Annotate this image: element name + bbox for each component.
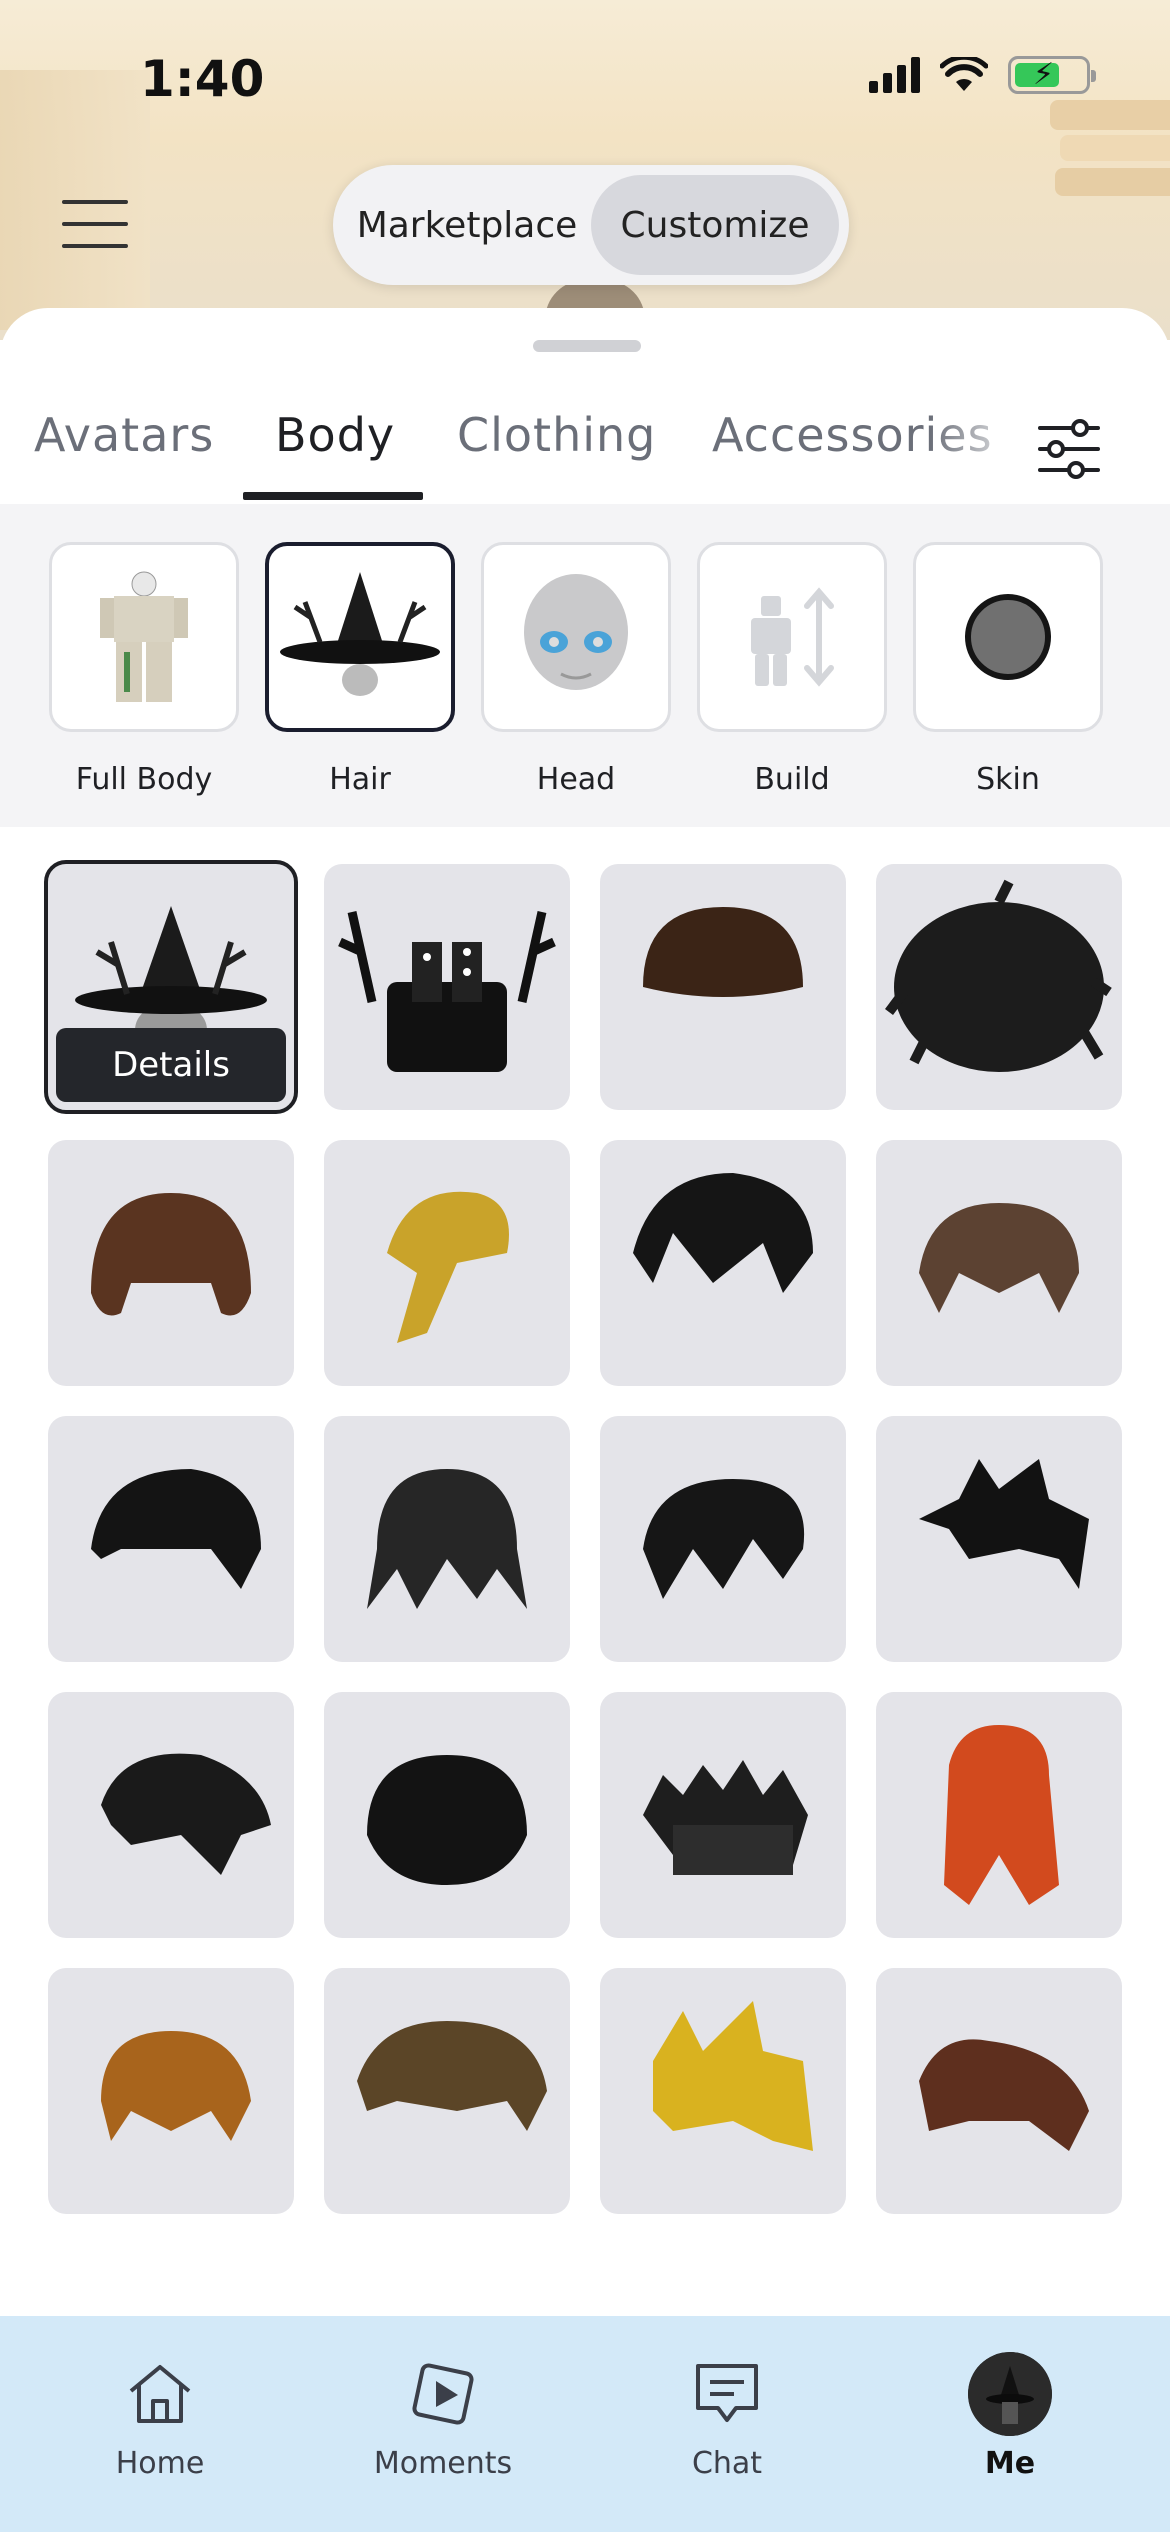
category-label: Head [536, 762, 616, 797]
nav-me[interactable]: Me [910, 2352, 1110, 2481]
item-tile[interactable] [600, 1140, 846, 1386]
item-tile[interactable] [600, 864, 846, 1110]
head-thumbnail [481, 542, 671, 732]
category-build[interactable]: Build [697, 542, 887, 797]
tab-clothing[interactable]: Clothing [457, 408, 656, 504]
item-tile[interactable] [48, 1968, 294, 2214]
ginger-messy-hair-thumbnail [101, 2031, 251, 2141]
build-icon [751, 587, 834, 687]
item-tile[interactable] [324, 864, 570, 1110]
nav-label: Me [984, 2446, 1036, 2481]
item-tile[interactable] [48, 1416, 294, 1662]
category-head[interactable]: Head [481, 542, 671, 797]
scene-book [1060, 135, 1170, 161]
antler-dice-hair-thumbnail [338, 911, 556, 1072]
black-mohawk-hair-thumbnail [643, 1760, 808, 1875]
build-thumbnail [697, 542, 887, 732]
item-tile[interactable] [876, 1692, 1122, 1938]
home-icon [129, 2365, 191, 2423]
item-tile-selected[interactable]: Details [44, 860, 298, 1114]
category-label: Full Body [75, 762, 213, 797]
brown-swept-hair-thumbnail [919, 2039, 1089, 2151]
bottom-navigation: Home Moments Chat Me [0, 2316, 1170, 2532]
item-tile[interactable] [324, 1140, 570, 1386]
black-emo-hair-thumbnail [367, 1469, 527, 1609]
category-label: Build [754, 762, 830, 797]
black-windswept-hair-thumbnail [101, 1753, 271, 1875]
orange-braided-hair-thumbnail [944, 1725, 1059, 1905]
hair-icon [280, 572, 440, 696]
tab-body[interactable]: Body [275, 408, 395, 504]
wifi-icon [940, 57, 988, 91]
hair-thumbnail [265, 542, 455, 732]
details-button[interactable]: Details [56, 1028, 286, 1102]
black-spiky-hair-thumbnail [919, 1459, 1089, 1589]
active-tab-indicator [243, 492, 423, 500]
blonde-ponytail-hair-thumbnail [387, 1191, 509, 1343]
filter-sliders-icon[interactable] [1036, 416, 1102, 482]
scene-book [1055, 168, 1170, 196]
tab-avatars[interactable]: Avatars [34, 408, 214, 504]
brown-tousled-hair-thumbnail [357, 2021, 547, 2131]
full-body-icon [100, 571, 188, 702]
nav-home[interactable]: Home [60, 2354, 260, 2481]
black-side-part-hair-thumbnail [91, 1469, 261, 1589]
item-tile[interactable] [876, 864, 1122, 1110]
skin-icon [965, 594, 1051, 680]
item-tile[interactable] [600, 1416, 846, 1662]
full-body-thumbnail [49, 542, 239, 732]
black-fringe-hair-thumbnail [643, 1479, 805, 1599]
battery-icon: ⚡ [1008, 56, 1096, 94]
body-category-strip: Full Body Hair Head Build Skin [0, 504, 1170, 827]
chat-icon [696, 2364, 758, 2422]
category-full-body[interactable]: Full Body [49, 542, 239, 797]
item-tile[interactable] [876, 1968, 1122, 2214]
tab-scroll-fade [930, 403, 1030, 483]
cellular-signal-icon [869, 57, 920, 93]
nav-label: Moments [373, 2446, 513, 2481]
category-hair[interactable]: Hair [265, 542, 455, 797]
status-icons: ⚡ [869, 56, 1096, 94]
item-tile[interactable] [324, 1416, 570, 1662]
golden-spiky-hair-thumbnail [653, 2001, 813, 2151]
nav-moments[interactable]: Moments [343, 2354, 543, 2481]
head-icon [524, 574, 628, 690]
nav-label: Home [115, 2446, 205, 2481]
marketplace-segment[interactable]: Marketplace [343, 175, 591, 275]
category-label: Skin [976, 762, 1040, 797]
nav-label: Chat [691, 2446, 763, 2481]
category-skin[interactable]: Skin [913, 542, 1103, 797]
brown-bowl-hair-thumbnail [643, 907, 803, 997]
menu-icon[interactable] [62, 200, 128, 248]
item-tile[interactable] [876, 1416, 1122, 1662]
brown-shag-hair-thumbnail [919, 1203, 1079, 1313]
item-tile[interactable] [324, 1968, 570, 2214]
nav-chat[interactable]: Chat [627, 2354, 827, 2481]
marketplace-customize-toggle: Marketplace Customize [333, 165, 849, 285]
moments-play-icon [412, 2363, 474, 2425]
skin-thumbnail [913, 542, 1103, 732]
black-swoop-hair-thumbnail [633, 1173, 813, 1293]
black-curly-hair-thumbnail [367, 1755, 527, 1885]
item-tile[interactable] [600, 1692, 846, 1938]
messy-black-hair-thumbnail [885, 879, 1112, 1072]
category-label: Hair [329, 762, 391, 797]
status-time: 1:40 [140, 50, 265, 108]
avatar [968, 2352, 1052, 2436]
brown-curly-hair-thumbnail [91, 1193, 251, 1316]
customize-segment[interactable]: Customize [591, 175, 839, 275]
item-tile[interactable] [48, 1140, 294, 1386]
sheet-grabber[interactable] [533, 340, 641, 352]
item-tile[interactable] [324, 1692, 570, 1938]
item-tile[interactable] [600, 1968, 846, 2214]
scene-book [1050, 100, 1170, 130]
item-tile[interactable] [48, 1692, 294, 1938]
item-tile[interactable] [876, 1140, 1122, 1386]
